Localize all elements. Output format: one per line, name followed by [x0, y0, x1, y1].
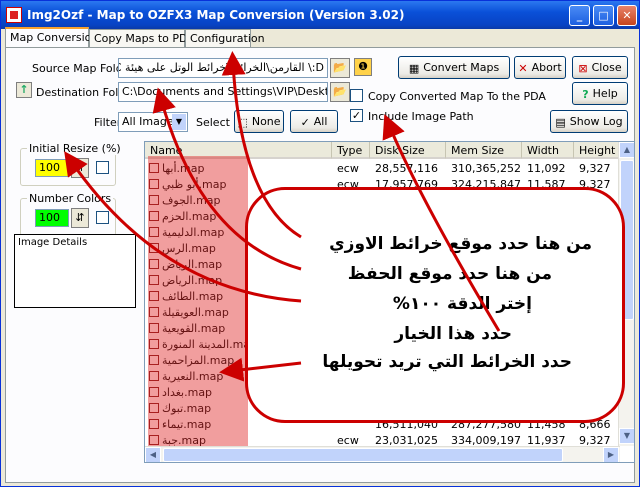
chevron-down-icon: ▼: [172, 114, 186, 130]
select-all-label: All: [313, 115, 328, 128]
help-button[interactable]: ? Help: [572, 82, 628, 105]
none-icon: ⬚: [237, 115, 248, 129]
cell-disk: 28,557,116: [375, 162, 438, 175]
image-details-label: Image Details: [18, 237, 88, 248]
show-log-label: Show Log: [569, 115, 623, 128]
scroll-up-icon[interactable]: ▲: [619, 142, 634, 158]
callout-line-1: من هنا حدد موقع خرائط الاوزي: [329, 234, 592, 254]
initial-resize-label: Initial Resize (%): [27, 142, 123, 155]
column-header-type[interactable]: Type: [332, 142, 370, 159]
copy-to-pda-label: Copy Converted Map To the PDA: [368, 90, 546, 103]
image-details-box: Image Details: [14, 234, 136, 308]
app-window: Img2Ozf - Map to OZFX3 Map Conversion (V…: [0, 0, 640, 487]
callout-line-3: إختر الدقة ١٠٠%: [392, 294, 532, 314]
abort-label: Abort: [531, 61, 562, 74]
column-header-disk-size[interactable]: Disk Size: [370, 142, 446, 159]
close-icon: ⊠: [578, 61, 588, 75]
filter-value: All Images: [122, 115, 180, 128]
scroll-right-icon[interactable]: ▶: [603, 447, 619, 462]
cell-type: ecw: [337, 162, 359, 175]
include-image-path-label: Include Image Path: [368, 110, 474, 123]
select-none-label: None: [251, 115, 281, 128]
selection-highlight-overlay: [148, 156, 248, 446]
copy-to-pda-checkbox[interactable]: [350, 89, 363, 102]
close-button[interactable]: ⊠ Close: [572, 56, 628, 79]
x-icon: ✕: [518, 61, 528, 75]
destination-folder-field[interactable]: C:\Documents and Settings\VIP\Desktop\٢): [118, 82, 328, 102]
abort-button[interactable]: ✕ Abort: [514, 56, 566, 79]
browse-destination-button[interactable]: 📂: [330, 82, 350, 102]
scroll-down-icon[interactable]: ▼: [619, 428, 634, 444]
cell-width: 11,092: [527, 162, 566, 175]
tab-copy-maps-to-pda[interactable]: Copy Maps to PDA: [89, 29, 195, 48]
cell-mem: 310,365,252: [451, 162, 521, 175]
help-label: Help: [592, 87, 618, 100]
convert-maps-button[interactable]: ▦ Convert Maps: [398, 56, 510, 79]
window-title: Img2Ozf - Map to OZFX3 Map Conversion (V…: [27, 8, 405, 22]
number-colors-label: Number Colors: [27, 192, 114, 205]
initial-resize-checkbox[interactable]: [96, 161, 109, 174]
select-label: Select: [196, 116, 230, 129]
map-icon: ▦: [408, 61, 420, 75]
include-image-path-checkbox[interactable]: ✓: [350, 109, 363, 122]
log-icon: ▤: [555, 115, 566, 129]
instruction-callout: من هنا حدد موقع خرائط الاوزي من هنا حدد …: [245, 187, 625, 423]
close-window-button[interactable]: ✕: [617, 5, 637, 26]
show-log-button[interactable]: ▤ Show Log: [550, 110, 628, 133]
resize-spin-icon[interactable]: ⇵: [71, 158, 89, 178]
maximize-button[interactable]: □: [593, 5, 614, 26]
minimize-button[interactable]: _: [569, 5, 590, 26]
info-icon[interactable]: ❶: [354, 58, 372, 76]
callout-line-2: من هنا حدد موقع الحفظ: [347, 264, 552, 284]
cell-height: 9,327: [579, 162, 611, 175]
horizontal-scrollbar[interactable]: ◀ ▶: [145, 446, 620, 462]
browse-source-button[interactable]: 📂: [330, 58, 350, 78]
filter-select[interactable]: All Images ▼: [118, 112, 188, 132]
column-header-width[interactable]: Width: [522, 142, 574, 159]
initial-resize-group: Initial Resize (%) 100 ⇵: [20, 142, 123, 186]
convert-maps-label: Convert Maps: [423, 61, 500, 74]
number-colors-group: Number Colors 100 ⇵: [20, 192, 116, 236]
question-icon: ?: [582, 87, 589, 101]
initial-resize-field[interactable]: 100: [35, 159, 69, 177]
column-header-height[interactable]: Height: [574, 142, 621, 159]
callout-line-4: حدد هذا الخيار: [394, 324, 512, 344]
colors-spin-icon[interactable]: ⇵: [71, 208, 89, 228]
close-label: Close: [591, 61, 622, 74]
horizontal-scroll-thumb[interactable]: [163, 448, 563, 462]
tab-map-conversion[interactable]: Map Conversion: [5, 27, 98, 48]
checklist-icon: ✓: [300, 115, 310, 129]
scroll-left-icon[interactable]: ◀: [145, 447, 161, 462]
number-colors-checkbox[interactable]: [96, 211, 109, 224]
select-all-button[interactable]: ✓ All: [290, 110, 338, 133]
number-colors-field[interactable]: 100: [35, 209, 69, 227]
tab-configuration[interactable]: Configuration: [185, 29, 265, 48]
select-none-button[interactable]: ⬚ None: [234, 110, 284, 133]
up-arrow-icon[interactable]: ↑: [16, 82, 32, 98]
callout-line-5: حدد الخرائط التي تريد تحويلها: [322, 352, 572, 372]
column-header-mem-size[interactable]: Mem Size: [446, 142, 522, 159]
title-bar[interactable]: Img2Ozf - Map to OZFX3 Map Conversion (V…: [1, 1, 639, 29]
source-folder-field[interactable]: D:\ القارمن\الخرائط\خرائط الوتل على هيئة…: [118, 58, 328, 78]
app-icon: [6, 7, 22, 23]
